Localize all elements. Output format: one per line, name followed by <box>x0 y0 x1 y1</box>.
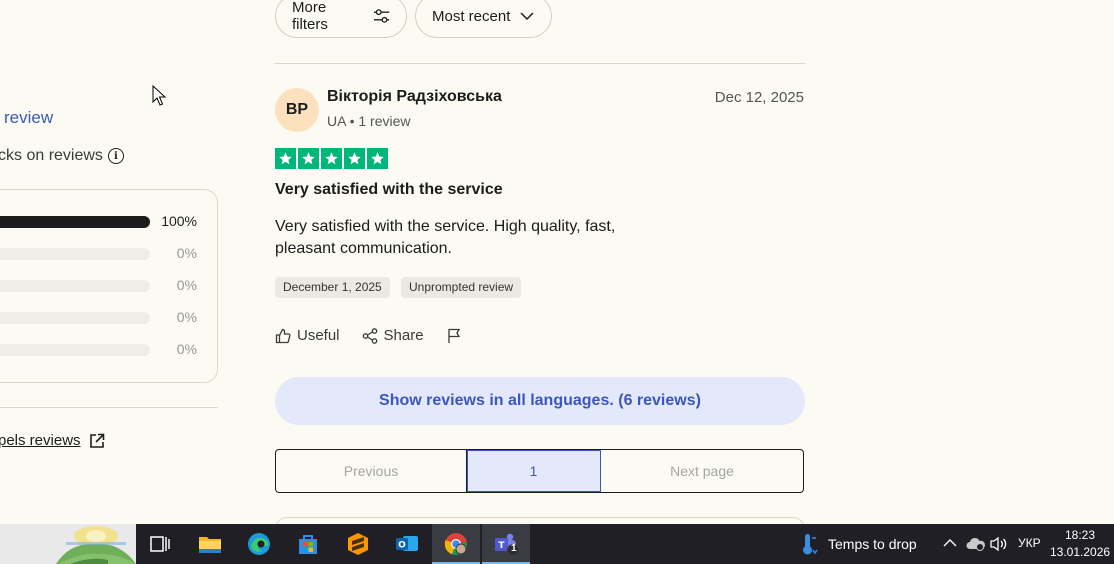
star-icon <box>344 148 365 169</box>
show-all-languages-button[interactable]: Show reviews in all languages. (6 review… <box>275 377 805 425</box>
share-button[interactable]: Share <box>362 327 424 344</box>
distribution-percent: 0% <box>176 245 197 261</box>
task-view-icon[interactable] <box>136 524 184 564</box>
external-reviews-link[interactable]: pels reviews <box>0 432 105 449</box>
edge-browser-icon[interactable] <box>235 524 283 564</box>
weather-widget[interactable]: Temps to drop <box>800 524 917 564</box>
distribution-percent: 100% <box>161 213 197 229</box>
chevron-up-icon[interactable] <box>943 538 957 548</box>
svg-text:O: O <box>398 541 406 551</box>
distribution-row-5[interactable]: 100% <box>0 211 211 231</box>
distribution-row-3[interactable]: 0% <box>0 275 211 295</box>
distribution-bar <box>0 312 150 324</box>
external-reviews-label: pels reviews <box>0 432 81 449</box>
flag-icon <box>447 328 460 343</box>
next-card <box>275 517 805 524</box>
distribution-bar <box>0 216 150 228</box>
review-title[interactable]: Very satisfied with the service <box>275 181 503 199</box>
checks-note: cks on reviews i <box>0 147 124 165</box>
chevron-down-icon <box>520 12 534 20</box>
review-body: Very satisfied with the service. High qu… <box>275 218 616 257</box>
star-icon <box>367 148 388 169</box>
sort-dropdown[interactable]: Most recent <box>415 0 552 38</box>
taskbar: O T 1 Temps to drop УКР 18:23 13.01.2026 <box>0 524 1114 564</box>
external-link-icon <box>89 433 105 449</box>
more-filters-label: More filters <box>292 0 328 33</box>
checks-note-label: cks on reviews <box>0 147 103 164</box>
useful-button[interactable]: Useful <box>275 327 340 344</box>
thermometer-icon <box>803 534 818 555</box>
weather-label: Temps to drop <box>828 536 917 552</box>
page-number-button[interactable]: 1 <box>467 450 601 492</box>
review-actions: Useful Share <box>275 327 462 344</box>
clock-time: 18:23 <box>1064 528 1096 542</box>
info-icon[interactable]: i <box>107 148 124 164</box>
mouse-cursor-icon <box>152 85 166 106</box>
star-icon <box>298 148 319 169</box>
experience-date-badge: December 1, 2025 <box>275 277 390 298</box>
reviews-page: review cks on reviews i 100% 0% 0% 0% 0%… <box>0 0 1114 524</box>
svg-text:T: T <box>498 541 505 551</box>
distribution-row-2[interactable]: 0% <box>0 307 211 327</box>
useful-label: Useful <box>297 327 340 344</box>
distribution-bar-fill <box>0 216 150 228</box>
clock[interactable]: 18:23 13.01.2026 <box>1050 527 1110 561</box>
chrome-browser-icon[interactable] <box>432 524 480 564</box>
distribution-bar <box>0 344 150 356</box>
thumbs-up-icon <box>275 328 291 343</box>
distribution-percent: 0% <box>176 277 197 293</box>
star-icon <box>275 148 296 169</box>
outlook-icon[interactable]: O <box>383 524 431 564</box>
landscape-illustration-icon <box>0 524 136 564</box>
reviewer-meta: UA • 1 review <box>327 113 411 129</box>
distribution-percent: 0% <box>176 309 197 325</box>
keyboard-language[interactable]: УКР <box>1018 536 1041 550</box>
file-explorer-icon[interactable] <box>186 524 234 564</box>
more-filters-button[interactable]: More filters <box>275 0 407 38</box>
unprompted-review-badge[interactable]: Unprompted review <box>401 277 522 298</box>
star-icon <box>321 148 342 169</box>
distribution-row-1[interactable]: 0% <box>0 339 211 359</box>
divider <box>275 63 805 64</box>
reviewer-name[interactable]: Вікторія Радзіховська <box>327 88 502 106</box>
filters-icon <box>373 9 390 23</box>
clock-date: 13.01.2026 <box>1050 545 1111 559</box>
teams-icon[interactable]: T 1 <box>482 524 530 564</box>
share-icon <box>362 327 377 344</box>
reviewer-country: UA <box>327 113 346 129</box>
previous-page-button[interactable]: Previous <box>276 450 467 492</box>
avatar[interactable]: BP <box>275 88 319 132</box>
distribution-percent: 0% <box>176 341 197 357</box>
search-highlight-widget[interactable] <box>0 524 136 564</box>
distribution-bar <box>0 280 150 292</box>
pagination: Previous 1 Next page <box>275 449 804 493</box>
onedrive-icon[interactable] <box>966 537 986 551</box>
volume-icon[interactable] <box>990 536 1008 552</box>
review-date: Dec 12, 2025 <box>714 89 804 106</box>
sublime-text-icon[interactable] <box>334 524 382 564</box>
microsoft-store-icon[interactable] <box>284 524 332 564</box>
share-label: Share <box>383 327 424 344</box>
divider <box>0 407 218 408</box>
star-rating <box>275 148 388 169</box>
sort-label: Most recent <box>432 7 511 25</box>
report-button[interactable] <box>446 328 462 344</box>
teams-badge: 1 <box>511 543 517 554</box>
distribution-bar <box>0 248 150 260</box>
distribution-row-4[interactable]: 0% <box>0 243 211 263</box>
next-page-button[interactable]: Next page <box>601 450 803 492</box>
reviewer-review-count: 1 review <box>358 113 411 129</box>
write-review-link[interactable]: review <box>4 108 53 128</box>
rating-distribution-card: 100% 0% 0% 0% 0% <box>0 189 218 383</box>
